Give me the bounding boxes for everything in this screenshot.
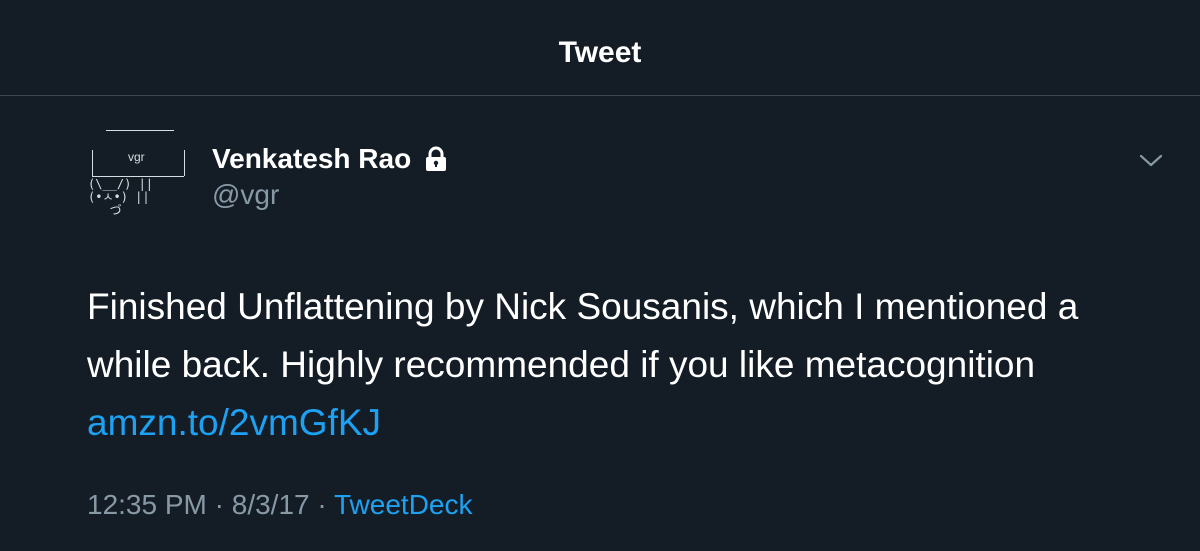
lock-icon [426,146,447,171]
avatar-sign-left-line [92,150,93,176]
tweet-time[interactable]: 12:35 PM [87,489,207,520]
top-bar: Tweet [0,0,1200,96]
author-display-name[interactable]: Venkatesh Rao [212,142,411,176]
page-title: Tweet [558,36,642,69]
tweet-text: Finished Unflattening by Nick Sousanis, … [87,278,1167,452]
meta-separator: · [206,489,232,520]
tweet-text-line: Finished Unflattening by Nick Sousanis, … [87,286,1079,327]
tweet-date[interactable]: 8/3/17 [232,489,310,520]
tweet-link[interactable]: amzn.to/2vmGfKJ [87,402,381,443]
avatar-sign-top-line [106,130,174,131]
avatar-sign-right-line [184,150,185,176]
avatar-ascii-art: (\__/) || (•ㅅ•) || づ [88,178,153,217]
avatar-art-line: (•ㅅ•) || [88,190,150,204]
avatar-art-line: (\__/) || [88,177,154,191]
avatar-sign-text: vgr [128,150,145,164]
chevron-down-icon[interactable] [1138,150,1164,170]
avatar[interactable]: vgr (\__/) || (•ㅅ•) || づ [82,130,192,230]
tweet-meta: 12:35 PM · 8/3/17 · TweetDeck [87,488,473,522]
avatar-art-line: づ [88,203,122,217]
tweet-text-line: while back. Highly recommended if you li… [87,344,1036,385]
author-handle[interactable]: @vgr [212,178,279,212]
tweet-source-link[interactable]: TweetDeck [334,489,473,520]
meta-separator: · [309,489,334,520]
author-name-row[interactable]: Venkatesh Rao [212,142,449,176]
